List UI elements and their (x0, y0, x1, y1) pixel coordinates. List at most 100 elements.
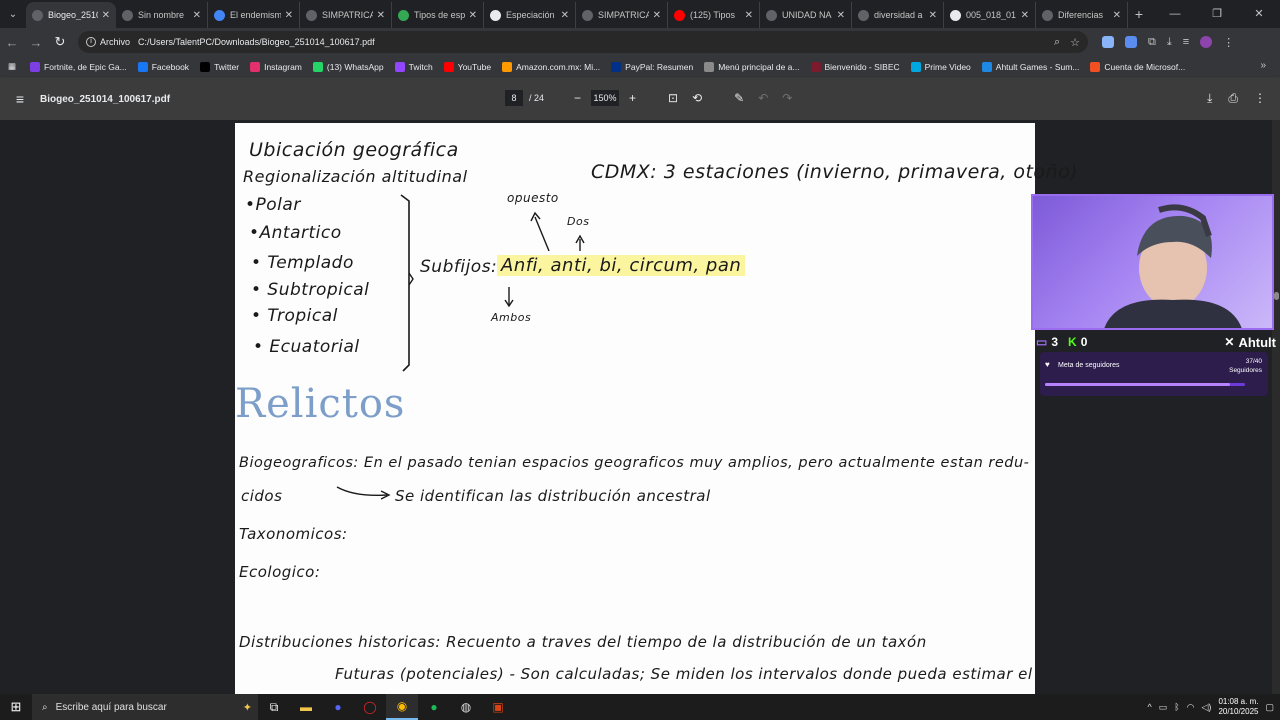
app-icon[interactable]: ▣ (482, 694, 514, 720)
bookmark-5[interactable]: Twitch (394, 61, 433, 72)
bookmark-8[interactable]: PayPal: Resumen (611, 61, 693, 72)
scroll-thumb[interactable] (1274, 292, 1279, 300)
channel-name: Ahtult (1238, 334, 1276, 350)
extension-translate-icon[interactable] (1125, 36, 1137, 48)
bookmark-11[interactable]: Prime Video (910, 61, 971, 72)
zoom-in-icon[interactable]: + (629, 91, 636, 105)
tab-11[interactable]: Diferencias ✕ (1036, 2, 1128, 28)
tab-7[interactable]: (125) Tipos ✕ (668, 2, 760, 28)
page-number-input[interactable]: 8 (505, 90, 523, 106)
url-text[interactable]: C:/Users/TalentPC/Downloads/Biogeo_25101… (138, 37, 1054, 47)
download-icon[interactable]: ⤓ (1167, 36, 1172, 49)
tab-close-icon[interactable]: ✕ (929, 10, 937, 21)
tab-close-icon[interactable]: ✕ (193, 10, 201, 21)
rotate-icon[interactable]: ⟲ (692, 91, 702, 105)
zoom-out-icon[interactable]: − (574, 91, 581, 105)
tab-10[interactable]: 005_018_01 ✕ (944, 2, 1036, 28)
bookmark-13[interactable]: Cuenta de Microsof... (1090, 61, 1185, 72)
bookmark-1[interactable]: Facebook (137, 61, 189, 72)
media-icon[interactable]: ≡ (1183, 36, 1189, 48)
opuesto-label: opuesto (507, 191, 559, 205)
fit-page-icon[interactable]: ⊡ (668, 91, 678, 105)
tab-close-icon[interactable]: ✕ (653, 10, 661, 21)
tray-overflow-icon[interactable]: ^ (1148, 702, 1152, 712)
zoom-input[interactable]: 150% (591, 90, 620, 106)
wifi-icon[interactable]: ◠ (1187, 702, 1195, 713)
clock[interactable]: 01:08 a. m. 20/10/2025 (1218, 697, 1258, 717)
discord-icon[interactable]: ● (322, 694, 354, 720)
pdf-more-icon[interactable]: ⋮ (1254, 91, 1266, 106)
tab-6[interactable]: SIMPATRICA ✕ (576, 2, 668, 28)
file-explorer-icon[interactable]: ▬ (290, 694, 322, 720)
bookmark-6[interactable]: YouTube (443, 61, 491, 72)
opera-icon[interactable]: ◯ (354, 694, 386, 720)
tab-close-icon[interactable]: ✕ (469, 10, 477, 21)
tab-8[interactable]: UNIDAD NA ✕ (760, 2, 852, 28)
chrome-icon[interactable]: ◉ (386, 694, 418, 720)
tab-close-icon[interactable]: ✕ (1021, 10, 1029, 21)
reload-icon[interactable]: ↻ (48, 34, 72, 50)
bookmark-12[interactable]: Ahtult Games - Sum... (981, 61, 1079, 72)
windows-start-icon[interactable]: ⊞ (0, 699, 32, 715)
tab-close-icon[interactable]: ✕ (561, 10, 569, 21)
tab-close-icon[interactable]: ✕ (102, 10, 110, 21)
bookmarks-overflow-icon[interactable]: » (1260, 60, 1266, 71)
network-icon[interactable]: ▭ (1159, 702, 1168, 713)
tab-close-icon[interactable]: ✕ (745, 10, 753, 21)
zoom-icon[interactable]: ⌕ (1054, 36, 1060, 49)
bookmark-10[interactable]: Bienvenido - SIBEC (810, 61, 900, 72)
tab-9[interactable]: diversidad a ✕ (852, 2, 944, 28)
bookmark-favicon-icon (312, 61, 323, 72)
apps-icon[interactable]: ▦ (8, 61, 16, 72)
redo-icon[interactable]: ↷ (782, 91, 792, 105)
restore-icon[interactable]: ❐ (1196, 0, 1238, 28)
undo-icon[interactable]: ↶ (758, 91, 768, 105)
browser-menu-icon[interactable]: ⋮ (1223, 36, 1234, 49)
new-tab-icon[interactable]: + (1128, 6, 1150, 22)
obs-icon[interactable]: ◍ (450, 694, 482, 720)
volume-icon[interactable]: ◁) (1202, 702, 1212, 713)
spotify-icon[interactable]: ● (418, 694, 450, 720)
site-info-chip[interactable]: i Archivo (86, 37, 130, 47)
minimize-icon[interactable]: — (1154, 0, 1196, 28)
tab-0[interactable]: Biogeo_2510 ✕ (26, 2, 116, 28)
bookmark-favicon-icon (394, 61, 405, 72)
back-icon[interactable]: ← (0, 35, 24, 50)
print-icon[interactable]: ⎙ (1228, 91, 1238, 106)
address-bar[interactable]: i Archivo C:/Users/TalentPC/Downloads/Bi… (78, 31, 1088, 53)
dist-line1: Distribuciones historicas: Recuento a tr… (239, 633, 927, 651)
bookmark-3[interactable]: Instagram (250, 61, 302, 72)
task-view-icon[interactable]: ⧉ (258, 694, 290, 720)
tab-close-icon[interactable]: ✕ (1113, 10, 1121, 21)
tab-label: SIMPATRICA (598, 10, 649, 20)
annotate-icon[interactable]: ✎ (734, 91, 744, 105)
bookmark-2[interactable]: Twitter (200, 61, 239, 72)
bookmark-0[interactable]: Fortnite, de Epic Ga... (30, 61, 127, 72)
tab-4[interactable]: Tipos de esp ✕ (392, 2, 484, 28)
pdf-sidebar-menu-icon[interactable]: ≡ (0, 91, 40, 107)
tab-close-icon[interactable]: ✕ (377, 10, 385, 21)
tab-label: UNIDAD NA (782, 10, 832, 20)
extension-gemini-icon[interactable] (1102, 36, 1114, 48)
close-window-icon[interactable]: ✕ (1238, 0, 1280, 28)
bookmark-7[interactable]: Amazon.com.mx: Mi... (502, 61, 600, 72)
profile-avatar[interactable] (1200, 36, 1213, 48)
bookmark-label: Menú principal de a... (718, 61, 800, 72)
bluetooth-icon[interactable]: ᛒ (1174, 702, 1179, 712)
bookmark-star-icon[interactable]: ☆ (1070, 36, 1080, 49)
goal-label: Meta de seguidores (1058, 362, 1120, 369)
tab-2[interactable]: El endemism ✕ (208, 2, 300, 28)
forward-icon[interactable]: → (24, 35, 48, 50)
taskbar-search[interactable]: ⌕ Escribe aquí para buscar ✦ (32, 694, 258, 720)
tab-close-icon[interactable]: ✕ (837, 10, 845, 21)
pdf-download-icon[interactable]: ⤓ (1207, 91, 1212, 106)
tab-5[interactable]: Especiación ✕ (484, 2, 576, 28)
extensions-icon[interactable]: ⧉ (1148, 36, 1156, 49)
tab-search-icon[interactable]: ⌄ (0, 0, 26, 28)
bookmark-9[interactable]: Menú principal de a... (704, 61, 800, 72)
notifications-icon[interactable]: ▢ (1265, 702, 1274, 713)
tab-close-icon[interactable]: ✕ (285, 10, 293, 21)
tab-1[interactable]: Sin nombre ✕ (116, 2, 208, 28)
bookmark-4[interactable]: (13) WhatsApp (312, 61, 384, 72)
tab-3[interactable]: SIMPATRICA ✕ (300, 2, 392, 28)
